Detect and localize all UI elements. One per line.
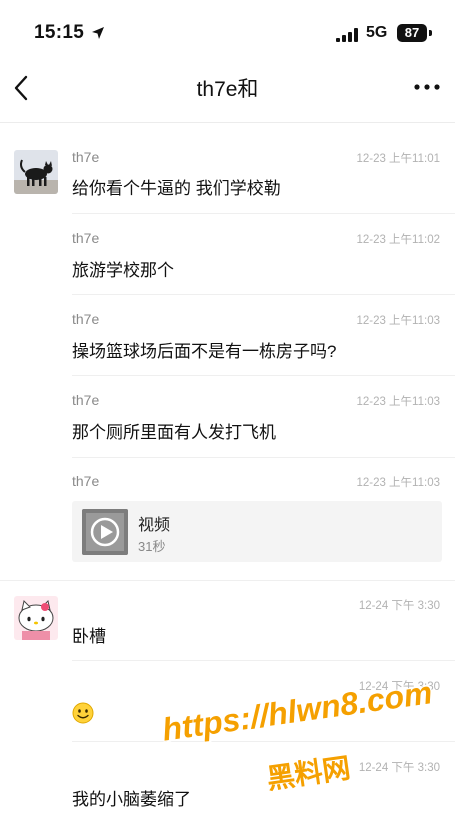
battery-tip bbox=[429, 30, 432, 36]
message-timestamp: 12-23 上午11:03 bbox=[356, 477, 440, 489]
battery-icon: 87 bbox=[397, 24, 427, 42]
message-text[interactable]: 操场篮球场后面不是有一栋房子吗? bbox=[72, 337, 336, 362]
message-sender: th7e bbox=[72, 149, 100, 165]
more-options-icon[interactable] bbox=[413, 82, 441, 92]
message-divider bbox=[72, 457, 455, 458]
message-timestamp: 12-24 下午 3:30 bbox=[358, 600, 440, 612]
message-timestamp: 12-23 上午11:01 bbox=[356, 153, 440, 165]
chat-title: th7e和 bbox=[196, 78, 259, 101]
message-divider bbox=[72, 294, 455, 295]
header-divider bbox=[0, 122, 455, 123]
message-divider bbox=[72, 213, 455, 214]
message-sender: th7e bbox=[72, 392, 100, 408]
message-text[interactable]: 那个厕所里面有人发打飞机 bbox=[72, 418, 276, 443]
location-arrow-icon bbox=[92, 27, 104, 39]
hello-kitty-avatar-icon bbox=[14, 596, 58, 640]
message-sender: th7e bbox=[72, 311, 100, 327]
message-timestamp: 12-23 上午11:02 bbox=[356, 234, 440, 246]
message-sender: th7e bbox=[72, 230, 100, 246]
message-timestamp: 12-23 上午11:03 bbox=[356, 315, 440, 327]
message-text[interactable]: 给你看个牛逼的 我们学校勒 bbox=[72, 174, 281, 199]
avatar-th7e[interactable] bbox=[14, 150, 58, 194]
watermark-name: 黑料网 bbox=[264, 752, 353, 795]
video-message-card[interactable]: 视频 31秒 bbox=[72, 501, 442, 562]
watermark-url: https://hlwn8.com bbox=[160, 674, 435, 748]
video-thumbnail bbox=[82, 509, 128, 555]
message-text[interactable]: 卧槽 bbox=[72, 622, 106, 647]
video-duration: 31秒 bbox=[138, 539, 166, 554]
smile-emoji-icon[interactable] bbox=[72, 702, 94, 724]
status-bar: 15:15 5G 87 bbox=[0, 0, 455, 62]
message-sender: th7e bbox=[72, 473, 100, 489]
network-type: 5G bbox=[366, 24, 388, 41]
avatar-self[interactable] bbox=[14, 596, 58, 640]
watermark: https://hlwn8.com 黑料网 bbox=[160, 674, 450, 812]
video-title: 视频 bbox=[138, 517, 171, 534]
message-divider bbox=[72, 660, 455, 661]
chat-header: th7e和 bbox=[0, 62, 455, 118]
cellular-signal-icon bbox=[336, 28, 358, 42]
message-divider bbox=[72, 375, 455, 376]
message-text[interactable]: 旅游学校那个 bbox=[72, 256, 174, 281]
status-time: 15:15 bbox=[34, 22, 85, 43]
message-divider bbox=[0, 580, 455, 581]
video-play-icon bbox=[82, 509, 128, 555]
cat-avatar-icon bbox=[14, 150, 58, 194]
message-timestamp: 12-23 上午11:03 bbox=[356, 396, 440, 408]
